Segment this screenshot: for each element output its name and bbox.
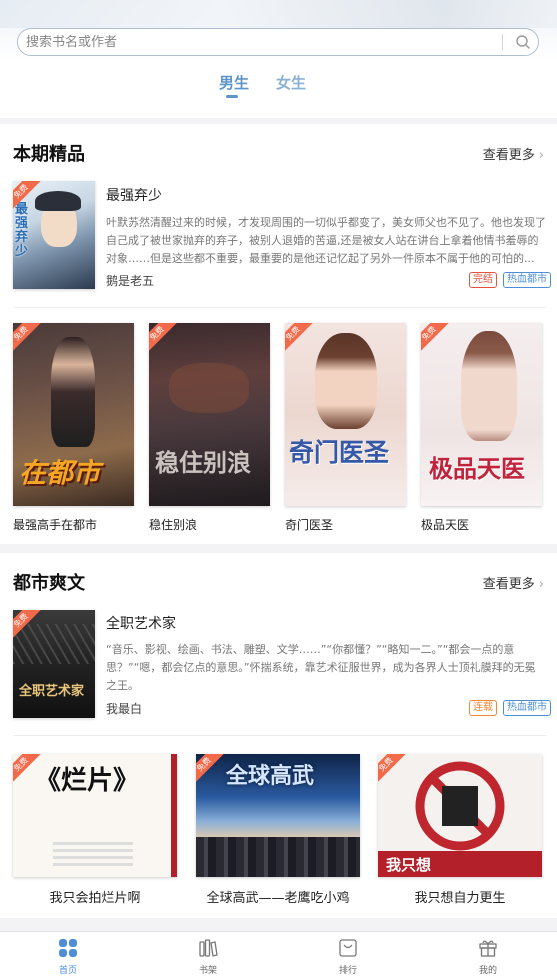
chevron-right-icon: › (538, 148, 544, 163)
cover-title: 全职艺术家 (19, 684, 85, 699)
section-featured: 本期精品 查看更多 › 最强弃少 免费 最强弃少 叶默苏然清醒过来的时候，才发现周… (0, 124, 557, 544)
free-badge: 免费 (196, 754, 225, 785)
see-more-button[interactable]: 查看更多 › (483, 573, 544, 592)
book-author: 我最白 (106, 702, 143, 716)
see-more-label: 查看更多 (482, 577, 535, 592)
ranking-icon (339, 939, 357, 957)
book-title[interactable]: 最强弃少 (106, 185, 162, 205)
free-badge: 免费 (421, 323, 450, 354)
tab-label: 书架 (198, 966, 217, 976)
search-bar[interactable] (17, 28, 539, 56)
cover-figure (51, 337, 95, 447)
status-badge: 完结 (469, 272, 497, 288)
see-more-label: 查看更多 (482, 148, 535, 163)
genre-badge: 热血都市 (503, 700, 551, 716)
top-header: 男生 女生 (0, 0, 557, 118)
tab-label: 我的 (478, 966, 497, 976)
cover-bricks (53, 838, 133, 866)
bottom-tab-bar: 首页 书架 排行 我的 (0, 931, 557, 977)
book-cover[interactable]: 极品天医 免费 (421, 323, 542, 506)
book-cover[interactable]: 全球高武 免费 (196, 754, 360, 877)
tab-female[interactable]: 女生 (276, 72, 306, 93)
search-icon[interactable] (515, 34, 531, 50)
search-divider (502, 34, 503, 51)
tab-male[interactable]: 男生 (219, 72, 249, 93)
genre-badge: 热血都市 (503, 272, 551, 288)
book-title[interactable]: 极品天医 (421, 516, 469, 533)
cover-rocks (169, 363, 249, 413)
book-cover[interactable]: 在都市 免费 (13, 323, 134, 506)
free-badge: 免费 (149, 323, 178, 354)
cover-title: 我只想 (386, 856, 432, 874)
tab-label: 首页 (58, 966, 77, 976)
section-urban: 都市爽文 查看更多 › 全职艺术家 免费 全职艺术家 “音乐、影视、绘画、书法、雕… (0, 553, 557, 918)
cover-figure (461, 331, 517, 441)
free-badge: 免费 (13, 323, 42, 354)
cover-title: 全球高武 (226, 764, 315, 789)
book-title[interactable]: 我只想自力更生 (378, 887, 542, 906)
divider (13, 307, 547, 308)
cover-figure (315, 333, 377, 429)
cover-city (196, 837, 360, 877)
cover-stripe (171, 754, 177, 877)
header-decoration (0, 0, 557, 28)
tab-bookshelf[interactable]: 书架 (168, 932, 248, 977)
cover-title: 稳住别浪 (155, 449, 251, 477)
tab-active-indicator (226, 95, 238, 98)
book-cover[interactable]: 奇门医圣 免费 (285, 323, 406, 506)
book-title[interactable]: 奇门医圣 (285, 516, 333, 533)
bookshelf-icon (199, 939, 218, 957)
book-cover[interactable]: 《烂片》 免费 (13, 754, 177, 877)
prohibited-icon (415, 761, 505, 851)
cover-hair (35, 191, 81, 211)
book-cover[interactable]: 全职艺术家 免费 (13, 610, 95, 718)
book-title[interactable]: 最强高手在都市 (13, 516, 97, 533)
search-input[interactable] (26, 32, 496, 52)
free-badge: 免费 (285, 323, 314, 354)
cover-title: 最强弃少 (15, 202, 29, 259)
tab-profile[interactable]: 我的 (448, 932, 528, 977)
cover-title: 《烂片》 (35, 766, 140, 796)
book-description: 叶默苏然清醒过来的时候，才发现周围的一切似乎都变了，美女师父也不见了。他也发现了… (106, 216, 546, 265)
tab-label: 排行 (338, 966, 357, 976)
tab-ranking[interactable]: 排行 (308, 932, 388, 977)
cover-title: 极品天医 (429, 455, 525, 483)
book-cover[interactable]: 最强弃少 免费 (13, 181, 95, 289)
home-icon (59, 939, 77, 957)
cover-title: 奇门医圣 (289, 438, 390, 467)
book-cover[interactable]: 我只想 免费 (378, 754, 542, 877)
book-title[interactable]: 稳住别浪 (149, 516, 197, 533)
book-author: 鹅是老五 (106, 274, 155, 288)
chevron-right-icon: › (538, 577, 544, 592)
section-title: 都市爽文 (13, 573, 85, 594)
gift-icon (479, 940, 497, 957)
divider (13, 735, 547, 736)
cover-pattern (13, 624, 95, 664)
book-title[interactable]: 我只会拍烂片啊 (13, 887, 177, 906)
cover-title: 在都市 (19, 458, 100, 489)
tab-home[interactable]: 首页 (28, 932, 108, 977)
section-title: 本期精品 (13, 144, 85, 165)
book-title[interactable]: 全职艺术家 (106, 613, 176, 633)
book-title[interactable]: 全球高武——老鹰吃小鸡 (186, 887, 370, 906)
status-badge: 连载 (469, 700, 497, 716)
see-more-button[interactable]: 查看更多 › (483, 144, 544, 163)
book-cover[interactable]: 稳住别浪 免费 (149, 323, 270, 506)
book-description: “音乐、影视、绘画、书法、雕塑、文学……”“你都懂？”“略知一二。”“都会一点的… (106, 643, 536, 692)
